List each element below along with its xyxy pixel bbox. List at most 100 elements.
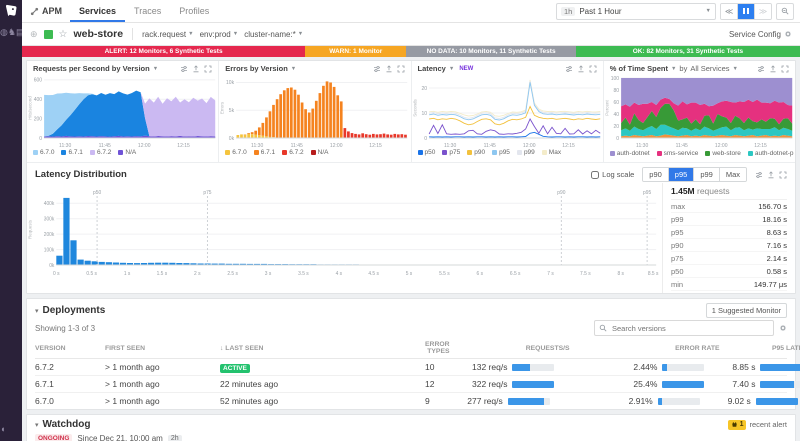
percentile-button-p99[interactable]: p99: [693, 168, 719, 181]
requests-chart[interactable]: 020040060011:30 11:45 12:00 12:15Hits/secon…: [27, 73, 218, 149]
svg-text:400: 400: [34, 97, 43, 103]
search-versions-input[interactable]: [610, 322, 769, 334]
page-content: Requests per Second by Version ▼ 0 200 400…: [22, 57, 800, 441]
alert-segment[interactable]: ALERT: 12 Monitors, 6 Synthetic Tests: [22, 46, 306, 57]
zoom-out-button[interactable]: [776, 2, 794, 20]
legend-item[interactable]: N/A: [118, 149, 136, 156]
collapse-caret-icon[interactable]: ▾: [35, 307, 39, 315]
fullscreen-icon[interactable]: [781, 65, 789, 73]
chart-title[interactable]: Requests per Second by Version: [33, 64, 150, 73]
version-link[interactable]: 6.7.0: [35, 396, 105, 406]
watchdog-alert-row[interactable]: ONGOING Since Dec 21, 10:00 am 2h: [27, 431, 795, 441]
version-link[interactable]: 6.7.1: [35, 379, 105, 389]
watchdog-alert-badge[interactable]: 1: [727, 419, 747, 430]
legend-item[interactable]: p75: [442, 149, 460, 156]
legend-item[interactable]: auth-dotnet: [609, 149, 650, 158]
legend-item[interactable]: p95: [492, 149, 510, 156]
column-header[interactable]: P95 LATENCY: [720, 345, 800, 352]
time-backward-button[interactable]: ≪: [721, 3, 737, 19]
pause-button[interactable]: [737, 3, 754, 19]
alert-segment[interactable]: NO DATA: 10 Monitors, 11 Synthetic Tests: [406, 46, 576, 57]
table-settings-gear-icon[interactable]: [779, 324, 787, 332]
alert-segment[interactable]: OK: 82 Monitors, 31 Synthetic Tests: [575, 46, 800, 57]
chart-options-icon[interactable]: [180, 65, 188, 73]
deployment-row[interactable]: 6.7.0 > 1 month ago 52 minutes ago 9 277 req…: [35, 393, 798, 409]
latency-chart[interactable]: 0102011:30 11:45 12:00 12:15Seconds: [412, 73, 603, 149]
deployment-row[interactable]: 6.7.2 > 1 month ago ACTIVE 10 132 req/s 2.44%…: [35, 359, 800, 376]
filter-primary-operation[interactable]: rack.request ▼: [142, 30, 193, 39]
tab-services[interactable]: Services: [70, 0, 125, 22]
export-icon[interactable]: [769, 65, 777, 73]
time-spent-chart[interactable]: 02040608010011:30 11:45 12:00 12:15Percent: [604, 73, 795, 149]
scope-selector[interactable]: All Services: [690, 64, 729, 73]
latency-distribution-chart[interactable]: 0k 100k 200k 300k 400k 0 s 0.5 s 1 s 1.5 s 2 s 2.5…: [27, 183, 662, 277]
log-scale-checkbox[interactable]: [591, 170, 600, 179]
log-scale-toggle[interactable]: Log scale: [591, 170, 634, 179]
fullscreen-icon[interactable]: [589, 65, 597, 73]
column-header[interactable]: REQUESTS/S: [450, 345, 570, 352]
legend-item[interactable]: p50: [417, 149, 435, 156]
service-config-button[interactable]: Service Config: [729, 30, 792, 39]
legend-item[interactable]: 6.7.2: [89, 149, 111, 156]
legend-item[interactable]: auth-dotnet-p: [747, 149, 794, 158]
chart-title[interactable]: Errors by Version: [225, 64, 288, 73]
fullscreen-icon[interactable]: [397, 65, 405, 73]
chart-title[interactable]: % of Time Spent: [610, 64, 668, 73]
column-header[interactable]: ERROR RATE: [570, 345, 719, 352]
percentile-button-max[interactable]: Max: [718, 168, 746, 181]
legend-item[interactable]: web-store: [705, 149, 741, 158]
percentile-button-p95[interactable]: p95: [667, 168, 694, 181]
svg-text:1 s: 1 s: [124, 271, 131, 277]
apm-label: APM: [42, 6, 62, 16]
time-range-label: Past 1 Hour: [579, 6, 622, 16]
legend-item[interactable]: sms-service: [656, 149, 698, 158]
fullscreen-icon[interactable]: [204, 65, 212, 73]
svg-text:300k: 300k: [44, 216, 55, 222]
help-chat-icon[interactable]: ◖: [0, 424, 5, 434]
time-range-picker[interactable]: 1h Past 1 Hour ▼: [556, 2, 716, 20]
apm-product-label[interactable]: APM: [28, 6, 70, 16]
legend-item[interactable]: 6.7.1: [253, 149, 275, 156]
watchdog-icon[interactable]: ♞: [8, 27, 16, 37]
favorite-star-icon[interactable]: ☆: [59, 29, 68, 40]
percentile-button-p90[interactable]: p90: [643, 168, 668, 181]
suggested-monitor-button[interactable]: 1 Suggested Monitor: [705, 303, 787, 318]
alert-segment[interactable]: WARN: 1 Monitor: [305, 46, 407, 57]
legend-item[interactable]: 6.7.0: [225, 149, 247, 156]
deployment-row[interactable]: 6.7.1 > 1 month ago 22 minutes ago 12 322 re…: [35, 376, 800, 393]
collapse-caret-icon[interactable]: ▾: [35, 421, 39, 429]
globe-icon[interactable]: ⊕: [30, 29, 38, 40]
datadog-logo[interactable]: [4, 3, 19, 18]
chart-title[interactable]: Latency: [418, 64, 446, 73]
time-forward-button[interactable]: ≫: [754, 3, 771, 19]
export-icon[interactable]: [385, 65, 393, 73]
filter-cluster[interactable]: cluster-name:* ▼: [244, 30, 303, 39]
svg-text:4.5 s: 4.5 s: [368, 271, 379, 277]
search-icon[interactable]: ◍: [0, 27, 8, 37]
legend-item[interactable]: p90: [467, 149, 485, 156]
filter-env[interactable]: env:prod ▼: [200, 30, 239, 39]
chart-options-icon[interactable]: [757, 65, 765, 73]
column-header[interactable]: VERSION: [35, 345, 105, 352]
column-header[interactable]: ↓ LAST SEEN: [220, 345, 425, 352]
legend-item[interactable]: 6.7.2: [282, 149, 304, 156]
fullscreen-icon[interactable]: [779, 171, 787, 179]
export-icon[interactable]: [577, 65, 585, 73]
legend-item[interactable]: N/A: [310, 149, 329, 156]
export-icon[interactable]: [192, 65, 200, 73]
chart-options-icon[interactable]: [373, 65, 381, 73]
mini-charts-row: Requests per Second by Version ▼ 0 200 400…: [27, 61, 795, 162]
legend-item[interactable]: 6.7.0: [33, 149, 54, 156]
legend-item[interactable]: p99: [516, 149, 535, 156]
chart-options-icon[interactable]: [565, 65, 573, 73]
column-header[interactable]: FIRST SEEN: [105, 345, 220, 352]
tab-profiles[interactable]: Profiles: [170, 0, 218, 22]
version-link[interactable]: 6.7.2: [35, 362, 105, 372]
errors-chart[interactable]: 0k5k10k11:30 11:45 12:00 12:15Errors: [219, 73, 410, 149]
chart-options-icon[interactable]: [755, 171, 763, 179]
column-header[interactable]: ERROR TYPES: [425, 341, 450, 355]
export-icon[interactable]: [767, 171, 775, 179]
legend-item[interactable]: Max: [541, 149, 561, 156]
legend-item[interactable]: 6.7.1: [61, 149, 83, 156]
tab-traces[interactable]: Traces: [125, 0, 170, 22]
